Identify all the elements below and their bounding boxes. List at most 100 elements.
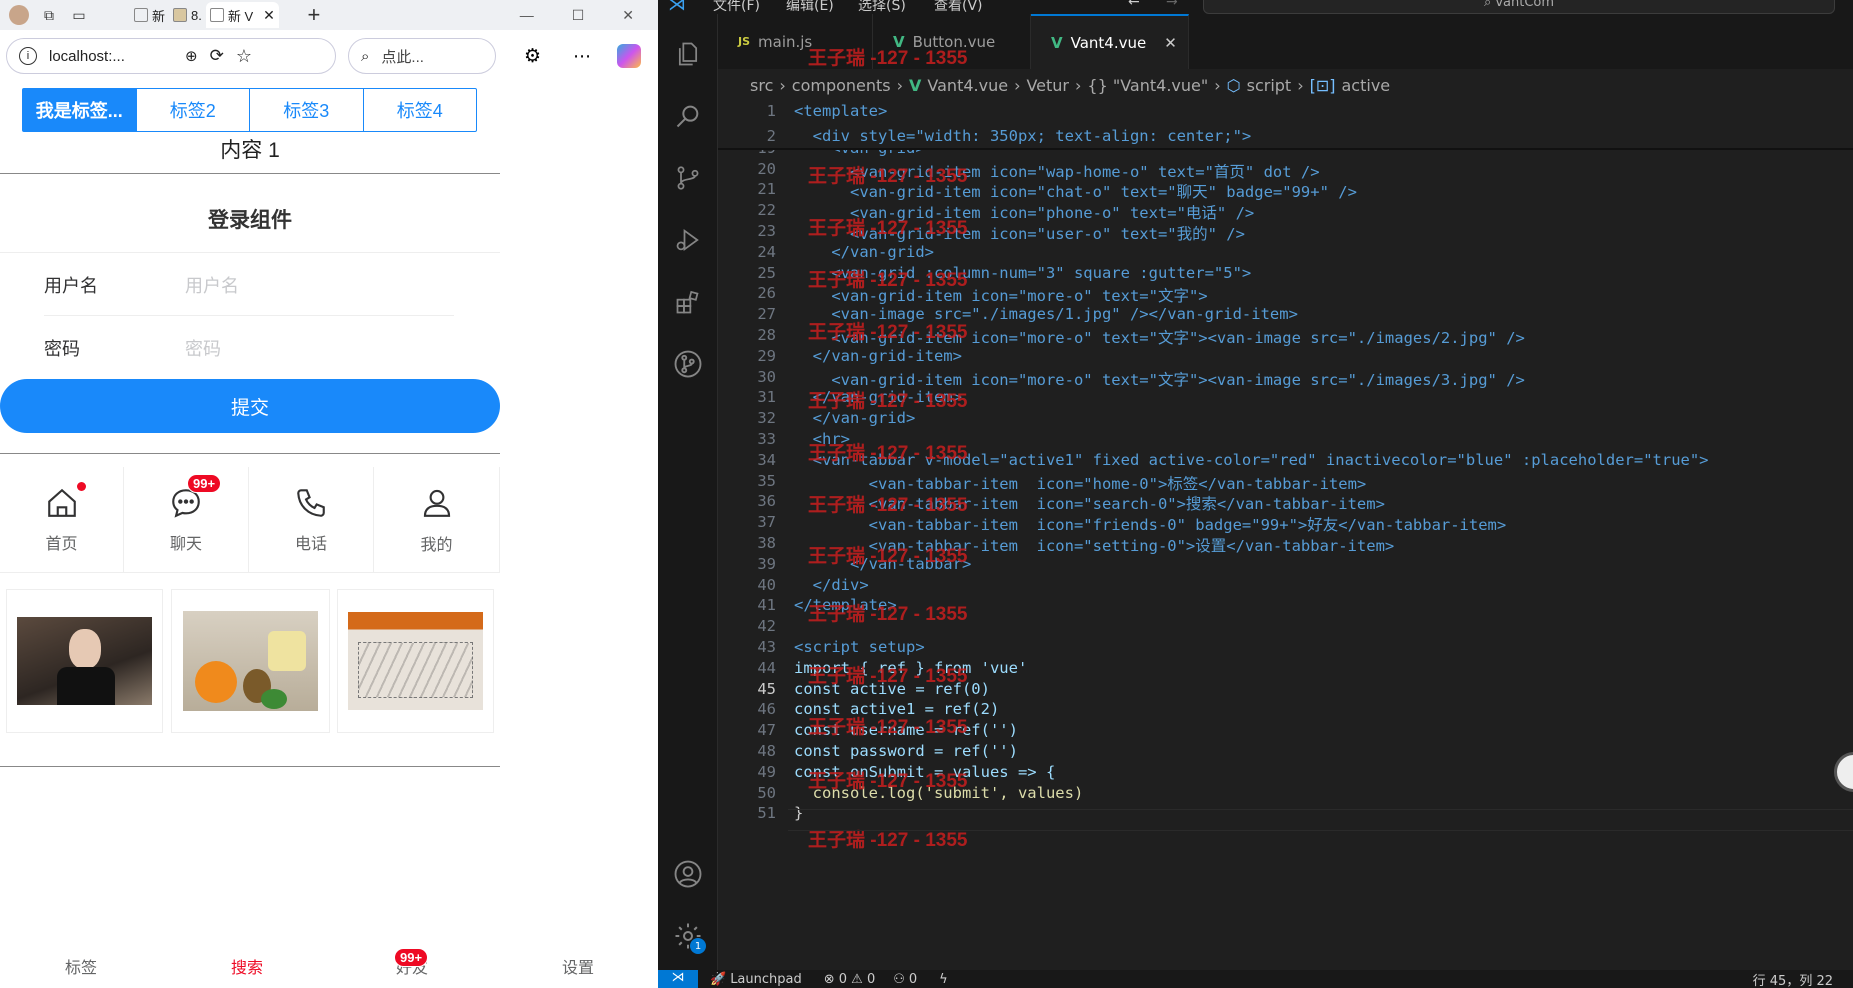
line-number: 40 <box>757 575 776 594</box>
tabbar-item-search[interactable]: 搜索 <box>207 954 287 978</box>
close-tab-icon[interactable]: ✕ <box>1164 34 1177 52</box>
line-number: 33 <box>757 430 776 448</box>
breadcrumb-item[interactable]: Vant4.vue <box>927 76 1008 95</box>
profile-avatar[interactable] <box>4 0 34 30</box>
menu-view[interactable]: 查看(V) <box>934 0 983 14</box>
url-text[interactable]: localhost:... <box>49 48 173 65</box>
favorite-star-icon[interactable]: ☆ <box>236 46 252 67</box>
breadcrumb: src › components › V Vant4.vue › Vetur › {} "… <box>718 69 1853 101</box>
submit-button[interactable]: 提交 <box>0 379 500 433</box>
menu-edit[interactable]: 编辑(E) <box>786 0 834 14</box>
site-info-icon[interactable]: i <box>19 47 37 65</box>
photo-banner-image <box>348 612 483 710</box>
copilot-icon[interactable] <box>617 44 642 68</box>
variable-icon: [⊡] <box>1309 75 1336 95</box>
breadcrumb-item[interactable]: src <box>750 76 773 95</box>
editor-tab-vant4-vue[interactable]: V Vant4.vue ✕ <box>1031 14 1189 69</box>
search-box[interactable]: ⌕ 点此... <box>348 38 496 74</box>
grid-item-user[interactable]: 我的 <box>374 467 500 573</box>
line-number: 22 <box>757 201 776 220</box>
line-number: 30 <box>757 367 776 386</box>
image-cell-2[interactable] <box>171 589 330 733</box>
launchpad-label[interactable]: Launchpad <box>730 972 802 987</box>
breadcrumb-item[interactable]: {} "Vant4.vue" <box>1087 76 1208 95</box>
cursor-position[interactable]: 行 45，列 22 <box>1753 970 1833 988</box>
problems-indicator[interactable]: ⊗ 0 ⚠ 0 <box>824 972 876 987</box>
new-tab-button[interactable]: + <box>299 0 329 30</box>
tabbar-item-tag[interactable]: 标签 <box>41 954 121 978</box>
launchpad-icon[interactable]: 🚀 <box>710 972 726 987</box>
address-bar[interactable]: i localhost:... ⊕ ⟳ ☆ <box>6 38 336 74</box>
ports-icon[interactable]: ⚇ <box>893 972 905 987</box>
close-tab-icon[interactable]: ✕ <box>263 7 275 24</box>
line-number: 39 <box>757 554 776 573</box>
minimize-button[interactable]: — <box>520 7 534 24</box>
chevron-right-icon: › <box>779 75 786 95</box>
browser-tab-2[interactable]: 8. <box>169 2 206 28</box>
close-window-button[interactable]: ✕ <box>622 7 634 24</box>
grid-item-home[interactable]: 首页 <box>0 467 124 573</box>
extensions-icon[interactable] <box>670 284 706 320</box>
command-center[interactable]: ⌕ vantCom <box>1203 0 1835 14</box>
refresh-icon[interactable]: ⟳ <box>210 46 224 66</box>
source-control-icon[interactable] <box>670 160 706 196</box>
nav-back-icon[interactable]: ← <box>1128 0 1140 10</box>
breadcrumb-item[interactable]: active <box>1342 76 1391 95</box>
tabbar-item-settings[interactable]: 设置 <box>538 954 618 978</box>
password-input[interactable]: 密码 <box>185 335 455 361</box>
menu-file[interactable]: 文件(F) <box>713 0 760 14</box>
tab-item-1[interactable]: 我是标签... <box>23 89 136 131</box>
code-line: <script setup> <box>794 638 925 656</box>
status-bar: ⋊ 🚀 Launchpad ⊗ 0 ⚠ 0 ⚇ 0 ϟ 行 45，列 22 <box>658 970 1853 988</box>
login-title: 登录组件 <box>208 209 292 232</box>
tab-actions-icon[interactable]: ▭ <box>64 0 94 30</box>
breadcrumb-item[interactable]: Vetur <box>1026 76 1069 95</box>
breadcrumb-item[interactable]: script <box>1247 76 1292 95</box>
run-debug-icon[interactable] <box>670 222 706 258</box>
username-input[interactable]: 用户名 <box>185 272 455 298</box>
js-file-icon: JS <box>738 35 751 48</box>
explorer-icon[interactable] <box>670 36 706 72</box>
code-line: const password = ref('') <box>794 742 1018 760</box>
watermark-text: 王子瑞 -127 - 1355 <box>808 495 968 516</box>
notification-dot <box>77 482 86 491</box>
more-menu-icon[interactable]: ⋯ <box>573 46 591 67</box>
browser-tab-3[interactable]: 新 V ✕ <box>205 2 279 28</box>
settings-gear-icon[interactable]: 1 <box>670 918 706 954</box>
nav-forward-icon[interactable]: → <box>1166 0 1178 10</box>
breadcrumb-item[interactable]: components <box>792 76 891 95</box>
zoom-icon[interactable]: ⊕ <box>185 47 198 65</box>
copilot-chat-avatar[interactable] <box>1834 752 1853 792</box>
line-number: 47 <box>757 721 776 740</box>
image-cell-1[interactable] <box>6 589 163 733</box>
grid-item-phone[interactable]: 电话 <box>249 467 374 573</box>
line-number: 42 <box>757 617 776 636</box>
code-line: <template> <box>794 102 888 120</box>
browser-tab-1[interactable]: 新 <box>130 2 169 28</box>
accounts-icon[interactable] <box>670 856 706 892</box>
tab-item-3[interactable]: 标签3 <box>249 89 363 131</box>
vant-tabs: 我是标签... 标签2 标签3 标签4 <box>22 88 477 132</box>
code-editor[interactable]: 1 <template> 2 <div style="width: 350px;… <box>718 48 1853 970</box>
menu-selection[interactable]: 选择(S) <box>858 0 906 14</box>
code-line: <div style="width: 350px; text-align: ce… <box>794 127 1252 145</box>
collections-icon[interactable]: ⧉ <box>34 0 64 30</box>
image-cell-3[interactable] <box>337 589 494 733</box>
maximize-button[interactable]: ☐ <box>572 7 585 24</box>
sticky-scroll: 1 <template> 2 <div style="width: 350px;… <box>718 101 1853 150</box>
watermark-text: 王子瑞 -127 - 1355 <box>808 48 968 69</box>
git-graph-icon[interactable] <box>670 346 706 382</box>
line-number: 26 <box>757 284 776 303</box>
grid-label: 我的 <box>420 536 453 554</box>
grid-item-chat[interactable]: 聊天 99+ <box>124 467 249 573</box>
notification-bolt-icon[interactable]: ϟ <box>939 972 948 987</box>
extensions-icon[interactable]: ⚙ <box>524 45 541 68</box>
tab-label: Vant4.vue <box>1070 33 1147 52</box>
tab-item-4[interactable]: 标签4 <box>362 89 477 131</box>
rendered-page: 我是标签... 标签2 标签3 标签4 内容 1 登录组件 用户名 用户名 密码… <box>0 86 500 988</box>
tab-item-2[interactable]: 标签2 <box>135 89 250 131</box>
watermark-text: 王子瑞 -127 - 1355 <box>808 391 968 412</box>
ports-count[interactable]: 0 <box>909 972 917 987</box>
remote-indicator-icon[interactable]: ⋊ <box>658 970 698 988</box>
search-icon[interactable] <box>670 98 706 134</box>
